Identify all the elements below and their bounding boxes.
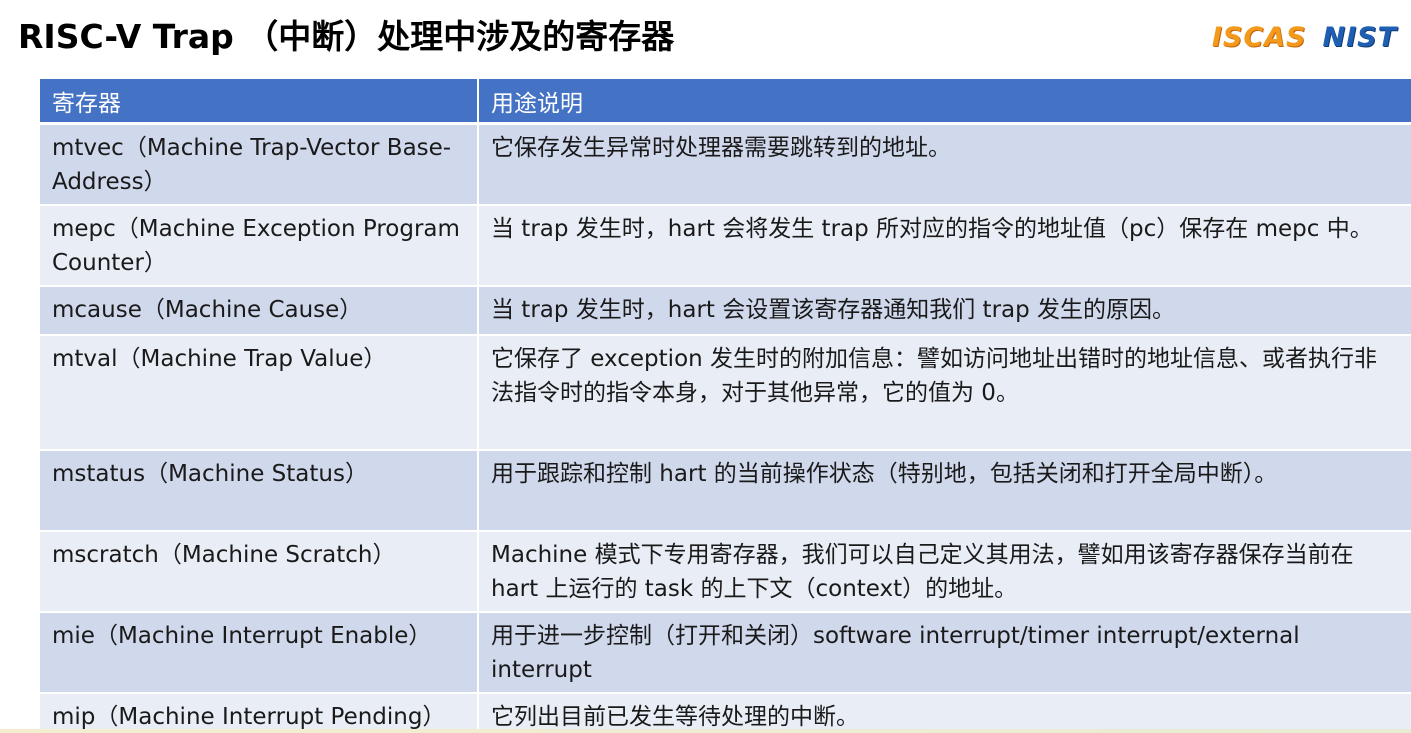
- header-register: 寄存器: [40, 79, 479, 125]
- table-row: mie（Machine Interrupt Enable） 用于进一步控制（打开…: [40, 613, 1411, 694]
- table-row: mtvec（Machine Trap-Vector Base-Address） …: [40, 125, 1411, 206]
- register-description: 用于进一步控制（打开和关闭）software interrupt/timer i…: [479, 613, 1411, 694]
- register-description: 它保存发生异常时处理器需要跳转到的地址。: [479, 125, 1411, 206]
- register-description: 它列出目前已发生等待处理的中断。: [479, 694, 1411, 733]
- bottom-decoration: [0, 729, 1411, 733]
- header-description: 用途说明: [479, 79, 1411, 125]
- register-description: Machine 模式下专用寄存器，我们可以自己定义其用法，譬如用该寄存器保存当前…: [479, 532, 1411, 613]
- table-row: mcause（Machine Cause） 当 trap 发生时，hart 会设…: [40, 287, 1411, 336]
- register-name: mtvec（Machine Trap-Vector Base-Address）: [40, 125, 479, 206]
- table-row: mip（Machine Interrupt Pending） 它列出目前已发生等…: [40, 694, 1411, 733]
- register-name: mepc（Machine Exception Program Counter）: [40, 206, 479, 287]
- logos: ISCAS NIST: [1212, 24, 1397, 51]
- register-name: mip（Machine Interrupt Pending）: [40, 694, 479, 733]
- register-name: mcause（Machine Cause）: [40, 287, 479, 336]
- register-name: mstatus（Machine Status）: [40, 451, 479, 532]
- register-name: mie（Machine Interrupt Enable）: [40, 613, 479, 694]
- register-description: 当 trap 发生时，hart 会将发生 trap 所对应的指令的地址值（pc）…: [479, 206, 1411, 287]
- register-description: 用于跟踪和控制 hart 的当前操作状态（特别地，包括关闭和打开全局中断）。: [479, 451, 1411, 532]
- register-name: mtval（Machine Trap Value）: [40, 336, 479, 451]
- table-header-row: 寄存器 用途说明: [40, 79, 1411, 125]
- register-name: mscratch（Machine Scratch）: [40, 532, 479, 613]
- slide-title: RISC-V Trap （中断）处理中涉及的寄存器: [18, 17, 675, 56]
- register-description: 它保存了 exception 发生时的附加信息：譬如访问地址出错时的地址信息、或…: [479, 336, 1411, 451]
- table-row: mstatus（Machine Status） 用于跟踪和控制 hart 的当前…: [40, 451, 1411, 532]
- iscas-logo: ISCAS: [1211, 22, 1307, 53]
- table-row: mtval（Machine Trap Value） 它保存了 exception…: [40, 336, 1411, 451]
- register-table: 寄存器 用途说明 mtvec（Machine Trap-Vector Base-…: [40, 79, 1411, 733]
- table-row: mscratch（Machine Scratch） Machine 模式下专用寄…: [40, 532, 1411, 613]
- table-row: mepc（Machine Exception Program Counter） …: [40, 206, 1411, 287]
- nist-logo: NIST: [1322, 22, 1397, 53]
- register-description: 当 trap 发生时，hart 会设置该寄存器通知我们 trap 发生的原因。: [479, 287, 1411, 336]
